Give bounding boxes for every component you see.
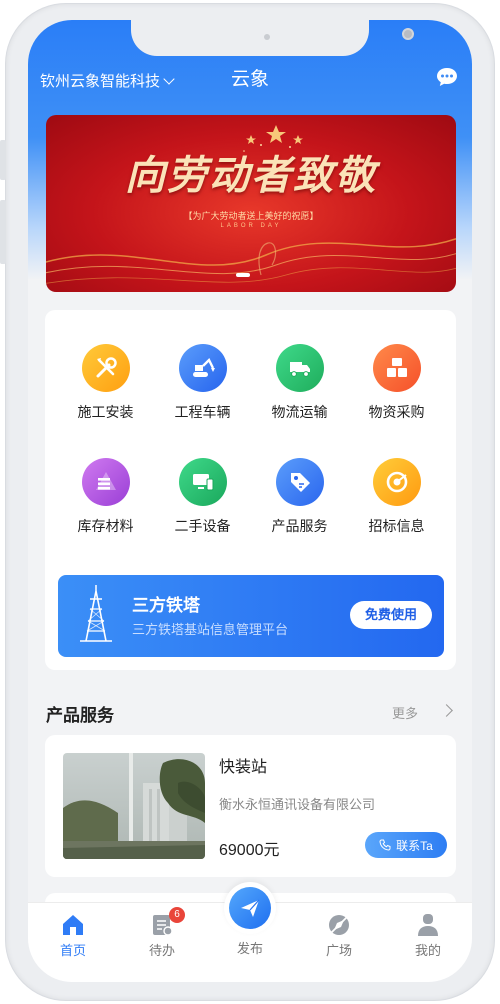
category-label: 施工安装	[77, 404, 134, 420]
section-title: 产品服务	[46, 706, 114, 725]
home-icon	[60, 912, 86, 938]
free-use-button[interactable]: 免费使用	[350, 601, 432, 629]
devices-icon	[178, 458, 227, 506]
tab-home[interactable]: 首页	[28, 903, 118, 959]
device-frame: 钦州云象智能科技 云象 向劳动者致敬 【为广大劳动者送上美好的祝愿】 LABOR…	[0, 0, 500, 1004]
tab-label: 首页	[59, 943, 86, 958]
stack-icon	[81, 458, 130, 506]
category-label: 二手设备	[174, 518, 231, 534]
category-vehicles[interactable]: 工程车辆	[154, 344, 251, 434]
category-label: 库存材料	[77, 518, 134, 534]
chevron-right-icon[interactable]	[440, 704, 453, 717]
banner-english: LABOR DAY	[220, 223, 282, 229]
tab-label: 待办	[148, 943, 175, 958]
user-icon	[415, 912, 441, 938]
carousel-indicator	[236, 273, 250, 277]
tag-icon	[275, 458, 324, 506]
phone-icon	[379, 839, 391, 851]
message-icon[interactable]	[436, 67, 458, 87]
target-icon	[372, 458, 421, 506]
tab-plaza[interactable]: 广场	[294, 903, 384, 959]
product-card[interactable]: 快装站 衡水永恒通讯设备有限公司 69000元 联系Ta	[45, 735, 456, 877]
device-notch	[131, 20, 414, 56]
publish-button[interactable]	[224, 882, 276, 934]
camera	[402, 28, 414, 40]
category-used-equipment[interactable]: 二手设备	[154, 458, 251, 548]
banner-carousel[interactable]: 向劳动者致敬 【为广大劳动者送上美好的祝愿】 LABOR DAY	[46, 115, 456, 292]
speaker	[264, 34, 270, 40]
category-inventory[interactable]: 库存材料	[57, 458, 154, 548]
product-price: 69000元	[219, 842, 280, 859]
tab-todo[interactable]: 6 待办	[117, 903, 207, 959]
category-products[interactable]: 产品服务	[251, 458, 348, 548]
banner-decoration	[46, 125, 456, 284]
banner-subtitle: 【为广大劳动者送上美好的祝愿】	[183, 211, 319, 221]
publish-label: 发布	[236, 941, 263, 956]
contact-button[interactable]: 联系Ta	[365, 832, 447, 858]
app-title: 云象	[230, 69, 269, 90]
tower-promo-banner[interactable]: 三方铁塔 三方铁塔基站信息管理平台 免费使用	[58, 575, 444, 657]
tab-label: 广场	[325, 943, 352, 958]
send-icon	[229, 887, 271, 929]
plaza-icon	[326, 912, 352, 938]
banner-title: 向劳动者致敬	[125, 152, 377, 199]
tab-mine[interactable]: 我的	[383, 903, 472, 959]
category-card: 施工安装 工程车辆 物流运输 物资采购 库存材料 二手设备 产品服务 招标信息 …	[45, 310, 456, 670]
truck-icon	[275, 344, 324, 392]
category-label: 工程车辆	[174, 404, 231, 420]
product-image	[63, 753, 205, 859]
tab-label: 我的	[414, 943, 441, 958]
todo-icon: 6	[149, 907, 185, 938]
todo-badge: 6	[169, 907, 185, 923]
volume-button	[0, 200, 6, 264]
product-company: 衡水永恒通讯设备有限公司	[219, 797, 376, 812]
product-name: 快装站	[219, 759, 268, 776]
category-logistics[interactable]: 物流运输	[251, 344, 348, 434]
more-link[interactable]: 更多	[392, 703, 418, 722]
category-label: 物流运输	[271, 404, 328, 420]
category-construction[interactable]: 施工安装	[57, 344, 154, 434]
volume-button	[0, 140, 6, 180]
category-label: 物资采购	[368, 404, 425, 420]
tower-icon	[80, 585, 112, 642]
category-bidding[interactable]: 招标信息	[348, 458, 445, 548]
contact-label: 联系Ta	[396, 838, 433, 853]
category-label: 产品服务	[271, 518, 328, 534]
excavator-icon	[178, 344, 227, 392]
tower-subtitle: 三方铁塔基站信息管理平台	[132, 622, 289, 637]
wrench-screwdriver-icon	[81, 344, 130, 392]
category-label: 招标信息	[368, 518, 425, 534]
category-procurement[interactable]: 物资采购	[348, 344, 445, 434]
app-screen: 钦州云象智能科技 云象 向劳动者致敬 【为广大劳动者送上美好的祝愿】 LABOR…	[28, 20, 472, 982]
boxes-icon	[372, 344, 421, 392]
tower-title: 三方铁塔	[132, 596, 200, 615]
